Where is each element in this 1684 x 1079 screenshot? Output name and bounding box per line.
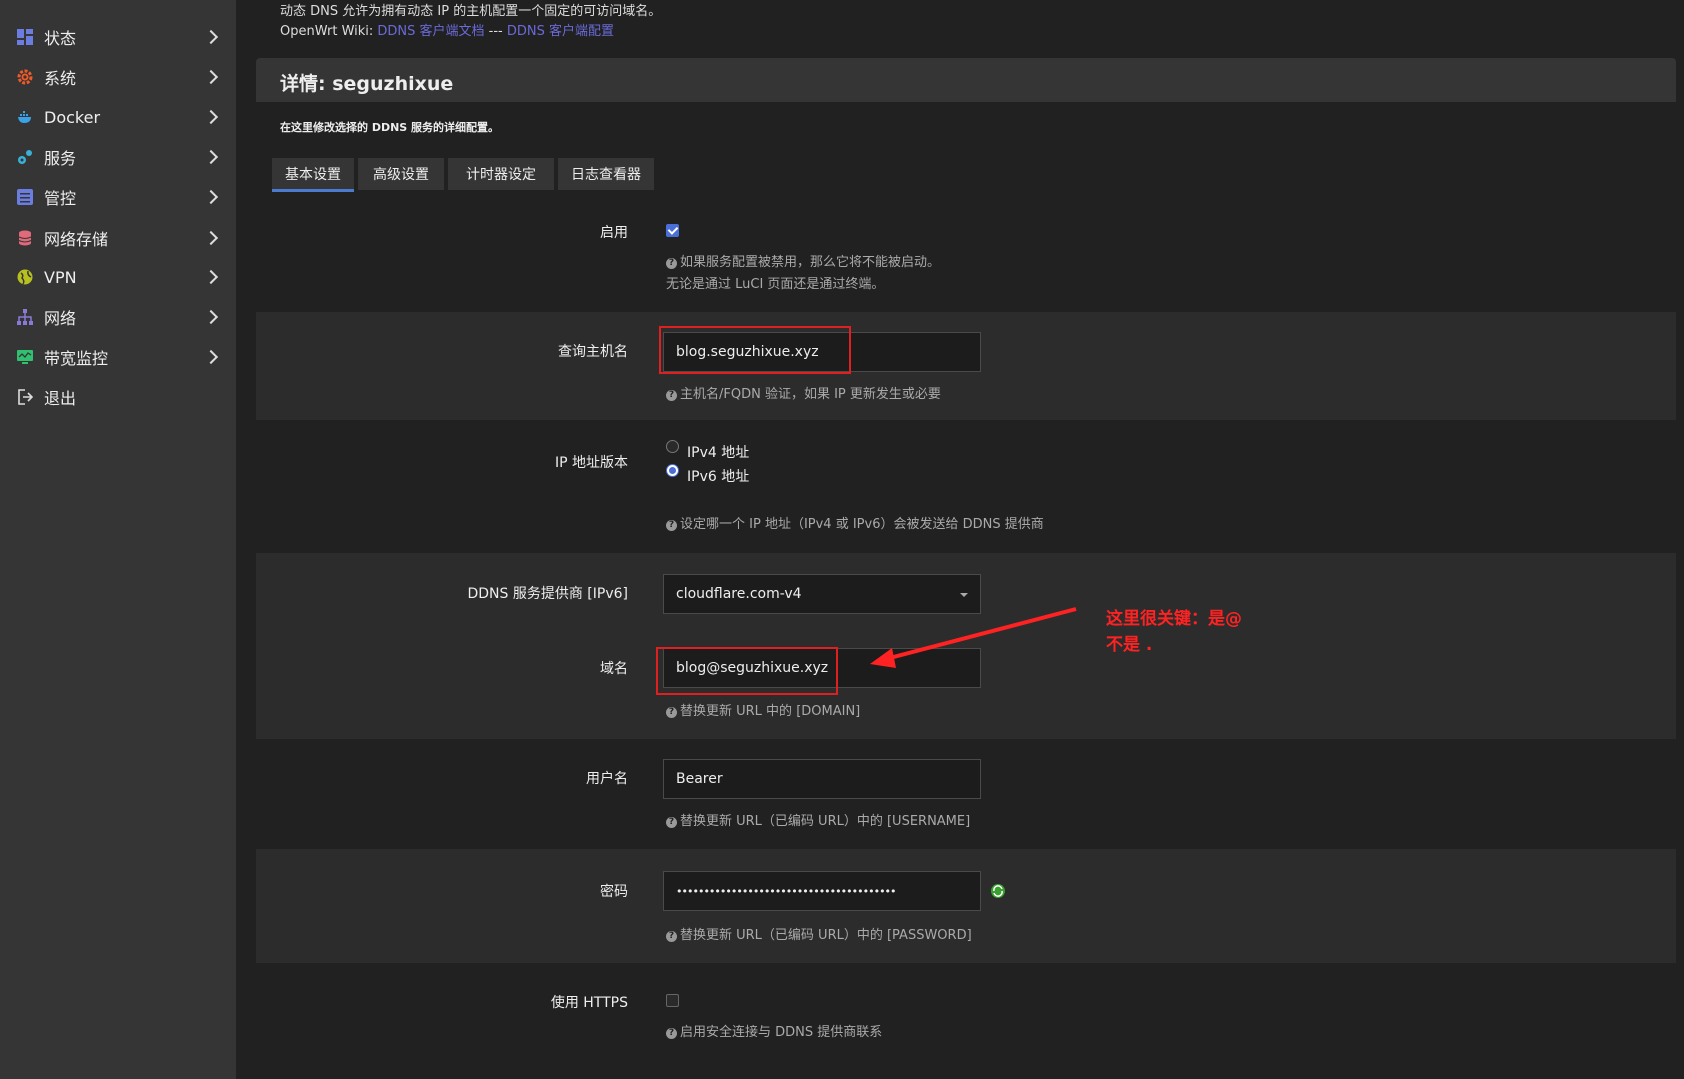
annotation-arrow xyxy=(870,607,1077,668)
annotation-line: 这里很关键：是@ xyxy=(1106,609,1242,629)
annotation-line: 不是 . xyxy=(1106,635,1153,655)
annotation-text: 这里很关键：是@ 不是 . xyxy=(1106,606,1242,658)
